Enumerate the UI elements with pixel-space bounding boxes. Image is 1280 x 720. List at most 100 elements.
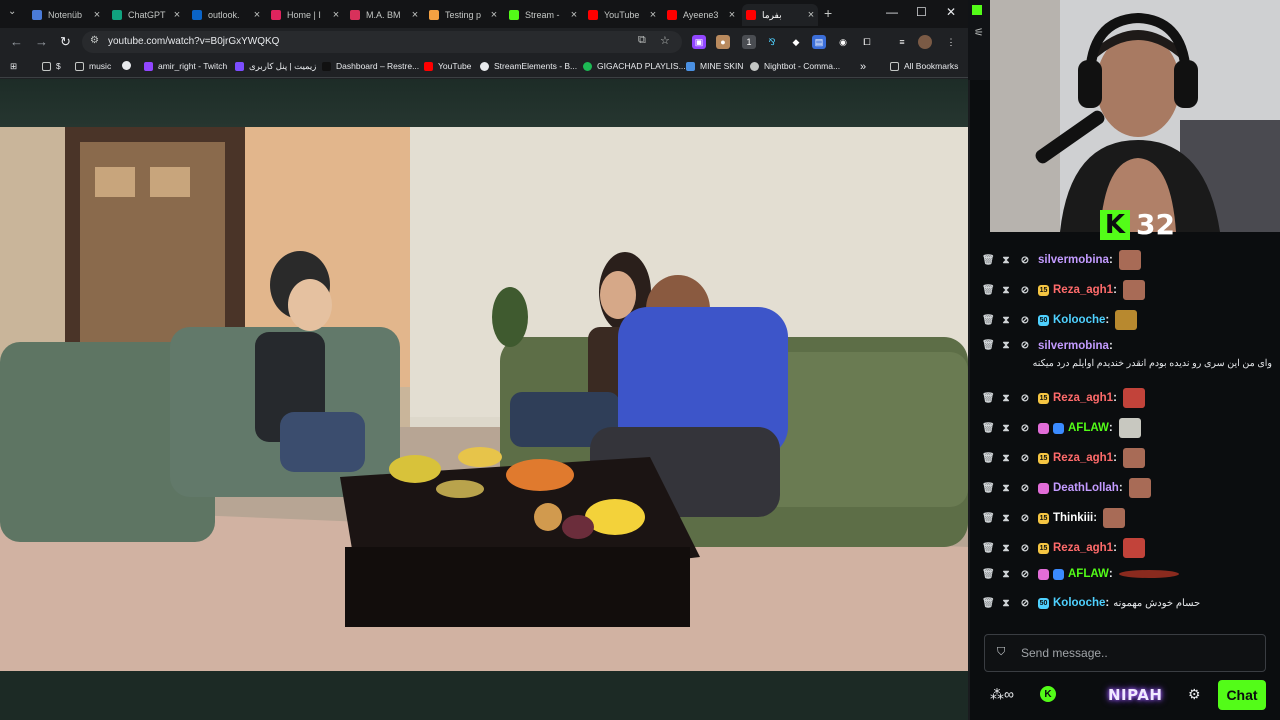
- delete-icon[interactable]: 🗑: [982, 285, 995, 296]
- timeout-icon[interactable]: ⧗: [1001, 513, 1011, 524]
- tab-5[interactable]: M.A. BM ×: [346, 4, 422, 26]
- bookmark-item[interactable]: [122, 61, 136, 70]
- timeout-icon[interactable]: ⧗: [1001, 543, 1011, 554]
- delete-icon[interactable]: 🗑: [982, 423, 995, 434]
- extension-badge-icon[interactable]: 1: [742, 35, 756, 49]
- close-tab-icon[interactable]: ×: [170, 9, 184, 21]
- delete-icon[interactable]: 🗑: [982, 569, 995, 580]
- site-info-icon[interactable]: ⚙: [90, 35, 99, 46]
- timeout-icon[interactable]: ⧗: [1001, 255, 1011, 266]
- bookmark-item[interactable]: GIGACHAD PLAYLIS...: [583, 61, 686, 71]
- delete-icon[interactable]: 🗑: [982, 598, 995, 609]
- ban-icon[interactable]: ⊘: [1020, 393, 1030, 404]
- ban-icon[interactable]: ⊘: [1020, 598, 1030, 609]
- nipah-logo[interactable]: NIPAH: [1108, 686, 1162, 704]
- extensions-puzzle-icon[interactable]: ⧠: [860, 35, 874, 49]
- delete-icon[interactable]: 🗑: [982, 340, 995, 351]
- ban-icon[interactable]: ⊘: [1020, 255, 1030, 266]
- chat-username[interactable]: Kolooche: [1053, 314, 1105, 326]
- close-window-icon[interactable]: ✕: [946, 5, 956, 19]
- reload-icon[interactable]: ↻: [60, 34, 71, 50]
- delete-icon[interactable]: 🗑: [982, 453, 995, 464]
- browser-menu-icon[interactable]: ⋮: [944, 35, 958, 49]
- timeout-icon[interactable]: ⧗: [1001, 340, 1011, 351]
- new-tab-plus-icon[interactable]: +: [824, 5, 832, 21]
- close-tab-icon[interactable]: ×: [90, 9, 104, 21]
- tab-8[interactable]: YouTube ×: [584, 4, 660, 26]
- chat-settings-gear-icon[interactable]: ⚙: [1188, 686, 1201, 703]
- tab-search-chevron-icon[interactable]: ⌄: [8, 6, 16, 17]
- bookmark-item[interactable]: Nightbot - Comma...: [750, 61, 840, 71]
- delete-icon[interactable]: 🗑: [982, 483, 995, 494]
- adblock-extension-icon[interactable]: ◉: [836, 35, 850, 49]
- emote-menu-icon[interactable]: ⁂∞: [990, 686, 1014, 703]
- chat-message-input[interactable]: [1021, 643, 1251, 663]
- ban-icon[interactable]: ⊘: [1020, 285, 1030, 296]
- video-player[interactable]: [0, 127, 968, 671]
- delete-icon[interactable]: 🗑: [982, 513, 995, 524]
- ban-icon[interactable]: ⊘: [1020, 423, 1030, 434]
- ban-icon[interactable]: ⊘: [1020, 569, 1030, 580]
- bookmark-item[interactable]: زیمیت | پنل کاربری: [235, 61, 316, 72]
- profile-avatar[interactable]: [918, 35, 932, 49]
- address-bar[interactable]: ⚙ youtube.com/watch?v=B0jrGxYWQKQ ⧉ ☆: [82, 31, 682, 53]
- bookmark-item[interactable]: amir_right - Twitch: [144, 61, 227, 71]
- cookie-extension-icon[interactable]: ●: [716, 35, 730, 49]
- all-bookmarks-folder[interactable]: All Bookmarks: [890, 61, 958, 71]
- translate-extension-icon[interactable]: ⅋: [765, 35, 779, 49]
- timeout-icon[interactable]: ⧗: [1001, 393, 1011, 404]
- send-chat-button[interactable]: Chat: [1218, 680, 1266, 710]
- tab-7[interactable]: Stream - ×: [505, 4, 581, 26]
- back-arrow-icon[interactable]: ←: [10, 34, 23, 49]
- chat-username[interactable]: Reza_agh1: [1053, 542, 1113, 554]
- close-tab-icon[interactable]: ×: [804, 9, 818, 21]
- cast-icon[interactable]: ⧉: [638, 34, 646, 47]
- chat-username[interactable]: Reza_agh1: [1053, 284, 1113, 296]
- tab-3[interactable]: outlook. ×: [188, 4, 264, 26]
- ban-icon[interactable]: ⊘: [1020, 513, 1030, 524]
- tab-2[interactable]: ChatGPT ×: [108, 4, 184, 26]
- tab-6[interactable]: Testing p ×: [425, 4, 501, 26]
- chat-username[interactable]: AFLAW: [1068, 422, 1109, 434]
- chat-username[interactable]: AFLAW: [1068, 568, 1109, 580]
- timeout-icon[interactable]: ⧗: [1001, 315, 1011, 326]
- ban-icon[interactable]: ⊘: [1020, 543, 1030, 554]
- close-tab-icon[interactable]: ×: [725, 9, 739, 21]
- timeout-icon[interactable]: ⧗: [1001, 483, 1011, 494]
- delete-icon[interactable]: 🗑: [982, 315, 995, 326]
- chat-username[interactable]: Kolooche: [1053, 597, 1105, 609]
- bookmark-star-icon[interactable]: ☆: [660, 34, 670, 47]
- diamond-extension-icon[interactable]: ◆: [789, 35, 803, 49]
- close-tab-icon[interactable]: ×: [646, 9, 660, 21]
- twitch-extension-icon[interactable]: ▣: [692, 35, 706, 49]
- chat-username[interactable]: Reza_agh1: [1053, 452, 1113, 464]
- tab-4[interactable]: Home | I ×: [267, 4, 343, 26]
- timeout-icon[interactable]: ⧗: [1001, 569, 1011, 580]
- tab-10-active[interactable]: بفرما ×: [742, 4, 818, 26]
- ban-icon[interactable]: ⊘: [1020, 453, 1030, 464]
- chat-username[interactable]: DeathLollah: [1053, 482, 1119, 494]
- close-tab-icon[interactable]: ×: [250, 9, 264, 21]
- bookmark-folder[interactable]: $: [42, 61, 61, 71]
- close-tab-icon[interactable]: ×: [487, 9, 501, 21]
- chat-username[interactable]: Reza_agh1: [1053, 392, 1113, 404]
- delete-icon[interactable]: 🗑: [982, 393, 995, 404]
- chat-username[interactable]: silvermobina: [1038, 340, 1109, 352]
- reading-list-icon[interactable]: ≡: [895, 35, 909, 49]
- ban-icon[interactable]: ⊘: [1020, 340, 1030, 351]
- close-tab-icon[interactable]: ×: [408, 9, 422, 21]
- bookmark-folder[interactable]: music: [75, 61, 111, 71]
- forward-arrow-icon[interactable]: →: [35, 34, 48, 49]
- minimize-icon[interactable]: —: [886, 5, 898, 19]
- timeout-icon[interactable]: ⧗: [1001, 453, 1011, 464]
- delete-icon[interactable]: 🗑: [982, 255, 995, 266]
- maximize-icon[interactable]: ☐: [916, 5, 927, 19]
- timeout-icon[interactable]: ⧗: [1001, 598, 1011, 609]
- timeout-icon[interactable]: ⧗: [1001, 285, 1011, 296]
- ban-icon[interactable]: ⊘: [1020, 315, 1030, 326]
- bookmark-item[interactable]: MINE SKIN: [686, 61, 743, 71]
- settings-sliders-icon[interactable]: ⚟: [974, 26, 984, 39]
- apps-grid-icon[interactable]: ⊞: [10, 61, 17, 72]
- doc-extension-icon[interactable]: ▤: [812, 35, 826, 49]
- delete-icon[interactable]: 🗑: [982, 543, 995, 554]
